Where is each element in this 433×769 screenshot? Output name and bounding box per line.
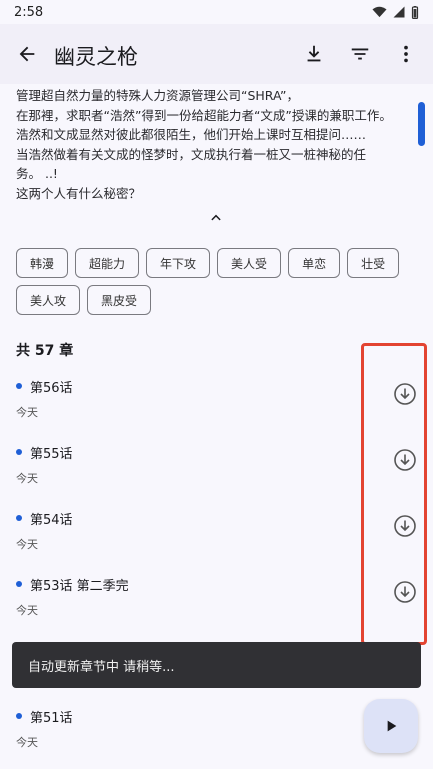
back-button[interactable] <box>7 34 47 74</box>
status-bar: 2:58 <box>0 0 433 24</box>
genre-tag[interactable]: 美人受 <box>217 248 282 278</box>
description-line: 这两个人有什么秘密？ <box>16 185 142 201</box>
unread-dot <box>16 449 22 455</box>
start-reading-button[interactable] <box>364 699 418 753</box>
battery-icon <box>411 5 419 19</box>
chapter-title: 第56话 <box>30 381 73 396</box>
description-line: 在那裡，求职者“浩然”得到一份给超能力者“文成”授课的兼职工作。 <box>16 107 392 123</box>
page-title: 幽灵之枪 <box>54 45 138 69</box>
chapter-date: 今天 <box>16 736 38 749</box>
scrollbar-thumb[interactable] <box>418 102 425 146</box>
genre-tag[interactable]: 单恋 <box>288 248 341 278</box>
chapter-count: 共 57 章 <box>16 343 74 359</box>
chapter-date: 今天 <box>16 406 38 419</box>
play-icon <box>387 720 397 732</box>
genre-tag[interactable]: 壮受 <box>347 248 400 278</box>
genre-tags: 韩漫 超能力 年下攻 美人受 单恋 壮受 美人攻 黑皮受 <box>16 248 416 315</box>
unread-dot <box>16 581 22 587</box>
filter-icon <box>351 48 369 60</box>
chapter-date: 今天 <box>16 604 38 617</box>
manga-description: 管理超自然力量的特殊人力资源管理公司“SHRA”， 在那裡，求职者“浩然”得到一… <box>16 86 412 203</box>
unread-dot <box>16 713 22 719</box>
highlight-box <box>361 343 427 645</box>
unread-dot <box>16 383 22 389</box>
app-bar: 幽灵之枪 <box>0 24 433 84</box>
collapse-description-button[interactable] <box>200 206 232 230</box>
description-line: 管理超自然力量的特殊人力资源管理公司“SHRA”， <box>16 88 299 103</box>
more-options-button[interactable] <box>386 34 426 74</box>
chapter-title: 第51话 <box>30 711 73 726</box>
snackbar: 自动更新章节中 请稍等... <box>12 642 421 688</box>
chapter-title: 第54话 <box>30 513 73 528</box>
genre-tag[interactable]: 黑皮受 <box>87 285 152 315</box>
chapter-date: 今天 <box>16 538 38 551</box>
chapter-title: 第53话 第二季完 <box>30 579 129 594</box>
snackbar-message: 自动更新章节中 请稍等... <box>28 659 175 675</box>
chevron-up-icon <box>211 214 221 221</box>
description-line: 务。 ..! <box>16 166 58 181</box>
status-time: 2:58 <box>14 4 44 20</box>
genre-tag[interactable]: 超能力 <box>75 248 140 278</box>
wifi-icon <box>372 6 387 18</box>
download-icon <box>307 45 321 62</box>
signal-icon <box>393 6 405 18</box>
genre-tag[interactable]: 年下攻 <box>146 248 211 278</box>
chapter-date: 今天 <box>16 472 38 485</box>
arrow-back-icon <box>19 46 35 62</box>
genre-tag[interactable]: 美人攻 <box>16 285 81 315</box>
genre-tag[interactable]: 韩漫 <box>16 248 69 278</box>
unread-dot <box>16 515 22 521</box>
chapter-title: 第55话 <box>30 447 73 462</box>
status-icons <box>372 5 419 19</box>
more-vert-icon <box>404 45 408 63</box>
description-line: 浩然和文成显然对彼此都很陌生，他们开始上课时互相提问…… <box>16 127 367 142</box>
download-button[interactable] <box>294 34 334 74</box>
filter-button[interactable] <box>340 34 380 74</box>
description-line: 当浩然做着有关文成的怪梦时，文成执行着一桩又一桩神秘的任 <box>16 146 367 162</box>
